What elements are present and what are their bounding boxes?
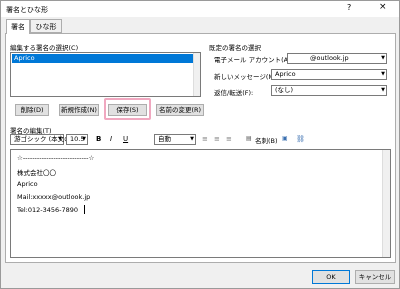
chevron-down-icon: ▼ — [381, 71, 385, 77]
window-title: 署名とひな形 — [6, 6, 48, 14]
default-signature-label: 既定の署名の選択 — [209, 44, 261, 52]
rename-button[interactable]: 名前の変更(R) — [156, 104, 204, 116]
email-account-select[interactable]: @outlook.jp ▼ — [287, 53, 387, 64]
signature-line: ☆----------------------------☆ — [17, 154, 95, 162]
italic-button[interactable]: I — [110, 135, 112, 143]
align-center-icon[interactable]: ≡ — [214, 135, 220, 143]
signature-line: Mail:xxxxx@outlook.jp — [17, 193, 91, 201]
save-highlight — [104, 98, 151, 120]
email-account-label: 電子メール アカウント(A): — [214, 56, 293, 64]
underline-button[interactable]: U — [123, 135, 128, 143]
ok-button[interactable]: OK — [312, 270, 350, 284]
help-icon[interactable]: ? — [347, 3, 351, 12]
chevron-down-icon: ▼ — [381, 55, 385, 61]
signature-list[interactable]: Aprico — [10, 52, 201, 97]
new-message-label: 新しいメッセージ(M): — [214, 73, 279, 81]
list-item[interactable]: Aprico — [12, 54, 199, 63]
business-card-button[interactable]: 名刺(B) — [255, 135, 278, 145]
close-icon[interactable]: × — [379, 2, 387, 12]
new-button[interactable]: 新規作成(N) — [59, 104, 99, 116]
signature-list-label: 編集する署名の選択(C) — [10, 44, 79, 52]
font-select[interactable]: 游ゴシック (本文の ▼ — [10, 134, 71, 145]
text-caret — [84, 205, 85, 214]
signature-line: 株式会社〇〇 — [17, 169, 56, 177]
chevron-down-icon: ▼ — [381, 87, 385, 93]
font-size-select[interactable]: 10.5 ▼ — [66, 134, 88, 145]
delete-button[interactable]: 削除(D) — [15, 104, 49, 116]
font-color-select[interactable]: 自動 ▼ — [154, 134, 196, 145]
signature-editor[interactable]: ☆----------------------------☆ 株式会社〇〇 Ap… — [10, 149, 391, 258]
bold-button[interactable]: B — [96, 135, 101, 143]
cancel-button[interactable]: キャンセル — [355, 270, 395, 284]
insert-picture-icon[interactable]: ▣ — [282, 135, 288, 142]
reply-forward-label: 返信/転送(F): — [214, 89, 254, 97]
list-scrollbar[interactable] — [193, 53, 200, 96]
align-left-icon[interactable]: ≡ — [202, 135, 208, 143]
chevron-down-icon: ▼ — [190, 136, 194, 142]
signature-line: Tel:012-3456-7890 — [17, 206, 79, 214]
editor-scrollbar[interactable] — [382, 150, 390, 257]
tab-signatures[interactable]: 署名 — [6, 19, 30, 34]
signature-line: Aprico — [17, 180, 38, 188]
chevron-down-icon: ▼ — [58, 136, 62, 142]
tab-stationery[interactable]: ひな形 — [30, 19, 62, 33]
business-card-icon: ▤ — [246, 135, 252, 142]
chevron-down-icon: ▼ — [82, 136, 86, 142]
reply-forward-select[interactable]: (なし) ▼ — [271, 85, 387, 96]
title-bar: 署名とひな形 ? × — [1, 1, 399, 17]
format-toolbar: 游ゴシック (本文の ▼ 10.5 ▼ B I U 自動 ▼ ≡ ≡ ≡ ▤ 名刺(B… — [10, 134, 390, 147]
signatures-dialog: 署名とひな形 ? × 署名 ひな形 編集する署名の選択(C) Aprico 削除… — [0, 0, 400, 289]
hyperlink-icon[interactable]: ⛓ — [296, 135, 305, 143]
align-right-icon[interactable]: ≡ — [226, 135, 232, 143]
new-message-select[interactable]: Aprico ▼ — [271, 69, 387, 80]
